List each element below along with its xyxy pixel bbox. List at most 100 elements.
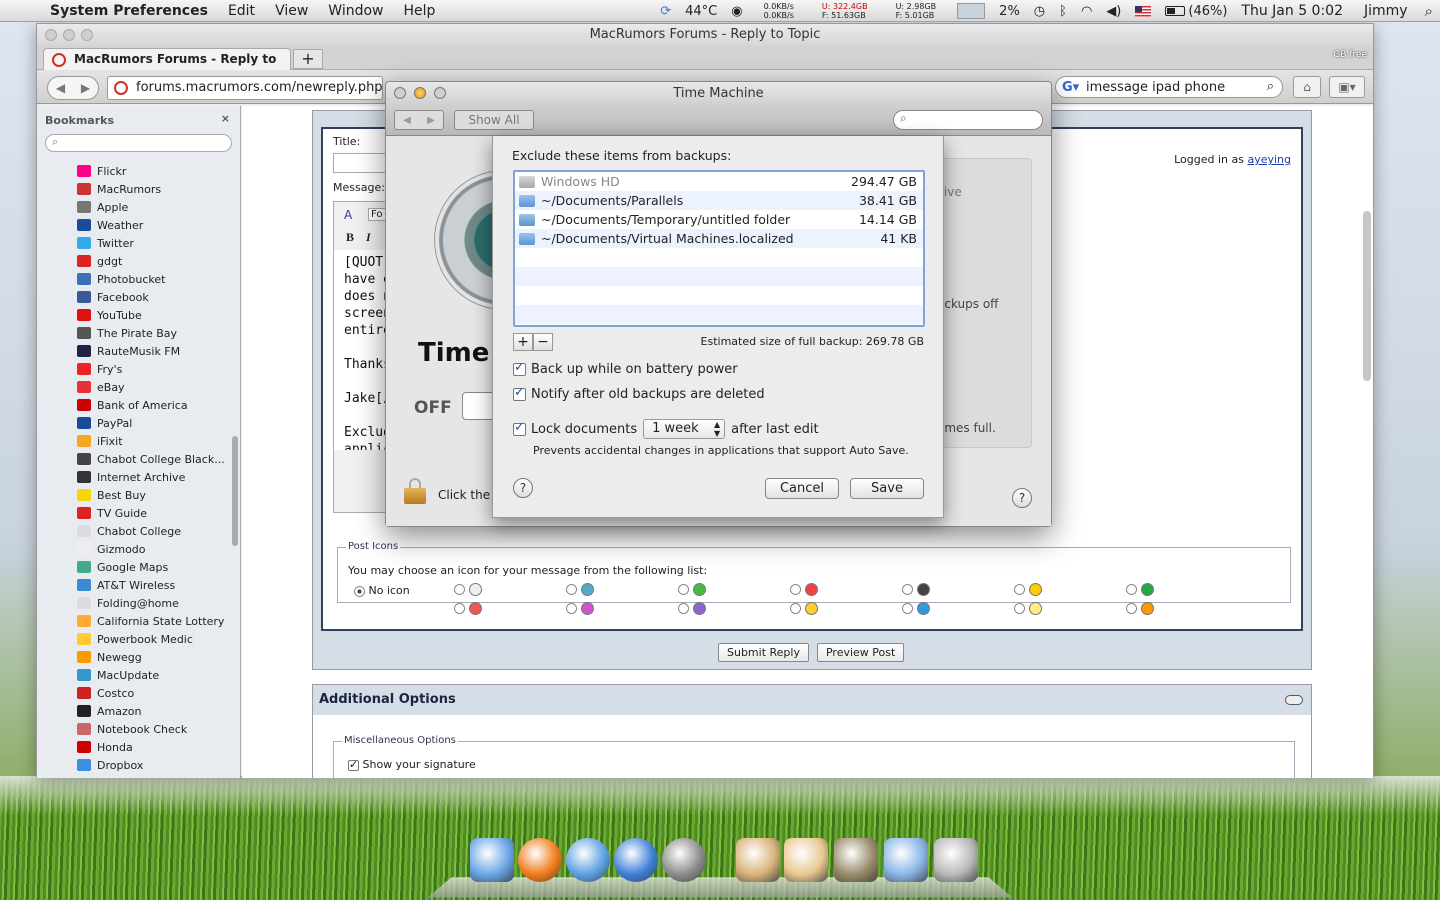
volume-icon[interactable]: ◀) bbox=[1106, 4, 1121, 19]
message-editor[interactable]: A Fo B I [QUOT have e does n screen entire Th… bbox=[333, 201, 393, 513]
bookmark-item[interactable]: Notebook Check bbox=[37, 720, 240, 738]
bookmark-item[interactable]: Twitter bbox=[37, 234, 240, 252]
bookmark-item[interactable]: Best Buy bbox=[37, 486, 240, 504]
font-select[interactable]: Fo bbox=[368, 208, 386, 221]
lock-icon[interactable] bbox=[404, 478, 426, 504]
show-signature-checkbox[interactable] bbox=[348, 758, 359, 771]
us-flag-icon[interactable] bbox=[1135, 5, 1152, 17]
battery-option[interactable]: Back up while on battery power bbox=[513, 360, 738, 377]
bluetooth-icon[interactable]: ᛒ bbox=[1059, 4, 1067, 19]
prefs-search-input[interactable]: ⌕ bbox=[893, 110, 1043, 130]
wifi-icon[interactable]: ◠ bbox=[1081, 4, 1092, 19]
exclude-list-row[interactable]: ~/Documents/Parallels 38.41 GB bbox=[515, 191, 923, 210]
menu-edit[interactable]: Edit bbox=[218, 3, 265, 19]
post-icon-radio[interactable] bbox=[1014, 603, 1025, 614]
tm-minimize-button[interactable] bbox=[414, 87, 426, 99]
exclude-list-row[interactable]: ~/Documents/Virtual Machines.localized 41… bbox=[515, 229, 923, 248]
post-icon-radio[interactable] bbox=[454, 584, 465, 595]
add-exclusion-button[interactable]: + bbox=[513, 333, 533, 351]
bookmark-item[interactable]: Amazon bbox=[37, 702, 240, 720]
bold-button[interactable]: B bbox=[346, 230, 354, 245]
disk-status-2[interactable]: U: 2.98GB F: 5.01GB bbox=[889, 2, 944, 20]
notify-option[interactable]: Notify after old backups are deleted bbox=[513, 385, 765, 402]
post-icon-radio[interactable] bbox=[790, 584, 801, 595]
cancel-button[interactable]: Cancel bbox=[765, 478, 839, 499]
battery-status[interactable]: (46%) bbox=[1188, 4, 1227, 19]
post-icon-radio[interactable] bbox=[790, 603, 801, 614]
finder-icon[interactable] bbox=[470, 838, 514, 882]
bookmark-item[interactable]: MacUpdate bbox=[37, 666, 240, 684]
post-icon-radio[interactable] bbox=[566, 603, 577, 614]
exclude-list-row[interactable]: Windows HD 294.47 GB bbox=[515, 172, 923, 191]
clock[interactable]: Thu Jan 5 0:02 bbox=[1241, 3, 1343, 19]
bookmark-item[interactable]: iFixit bbox=[37, 432, 240, 450]
address-bar[interactable]: forums.macrumors.com/newreply.php?do= bbox=[107, 76, 383, 100]
lock-documents-checkbox[interactable] bbox=[513, 420, 526, 436]
menu-help[interactable]: Help bbox=[394, 3, 446, 19]
bookmark-item[interactable]: Dropbox bbox=[37, 756, 240, 774]
sheet-help-button[interactable]: ? bbox=[513, 478, 533, 498]
minimize-window-button[interactable] bbox=[63, 29, 75, 41]
message-text[interactable]: [QUOT have e does n screen entire Thanks Jake[… bbox=[334, 250, 392, 450]
post-icon-radio[interactable] bbox=[678, 584, 689, 595]
bookmark-item[interactable]: Chabot College bbox=[37, 522, 240, 540]
bookmark-item[interactable]: Honda bbox=[37, 738, 240, 756]
time-machine-menu-icon[interactable]: ◷ bbox=[1034, 4, 1045, 19]
bookmark-item[interactable]: AT&T Wireless bbox=[37, 576, 240, 594]
page-scrollbar[interactable] bbox=[1363, 211, 1371, 381]
no-icon-radio[interactable] bbox=[354, 585, 365, 597]
save-button[interactable]: Save bbox=[850, 478, 924, 499]
exclude-list-row[interactable]: ~/Documents/Temporary/untitled folder 14.… bbox=[515, 210, 923, 229]
bookmark-item[interactable]: Folding@home bbox=[37, 594, 240, 612]
bookmark-item[interactable]: Chabot College Black... bbox=[37, 450, 240, 468]
title-input[interactable] bbox=[333, 153, 393, 173]
disk-status-1[interactable]: U: 322.4GB F: 51.63GB bbox=[815, 2, 875, 20]
bookmark-item[interactable]: The Pirate Bay bbox=[37, 324, 240, 342]
activity-icon[interactable]: ◉ bbox=[731, 4, 742, 19]
bookmark-item[interactable]: TV Guide bbox=[37, 504, 240, 522]
menu-view[interactable]: View bbox=[265, 3, 318, 19]
username-link[interactable]: ayeying bbox=[1247, 153, 1291, 166]
spotlight-icon[interactable]: ⌕ bbox=[1425, 2, 1433, 20]
bookmark-item[interactable]: MacRumors bbox=[37, 180, 240, 198]
menu-app-name[interactable]: System Preferences bbox=[40, 3, 218, 19]
bookmark-item[interactable]: Newegg bbox=[37, 648, 240, 666]
bookmark-item[interactable]: Fry's bbox=[37, 360, 240, 378]
safari-icon[interactable] bbox=[566, 838, 610, 882]
bookmark-item[interactable]: Weather bbox=[37, 216, 240, 234]
bookmark-item[interactable]: YouTube bbox=[37, 306, 240, 324]
tm-help-button[interactable]: ? bbox=[1012, 488, 1032, 508]
sync-icon[interactable]: ⟳ bbox=[660, 4, 671, 19]
bookmark-item[interactable]: Facebook bbox=[37, 288, 240, 306]
cpu-graph-icon[interactable] bbox=[957, 3, 986, 19]
preview-icon[interactable] bbox=[834, 838, 878, 882]
folder-icon[interactable] bbox=[884, 838, 928, 882]
bookmark-item[interactable]: Photobucket bbox=[37, 270, 240, 288]
bookmark-item[interactable]: Costco bbox=[37, 684, 240, 702]
post-icon-radio[interactable] bbox=[566, 584, 577, 595]
new-tab-button[interactable]: + bbox=[293, 49, 323, 69]
bookmark-item[interactable]: Internet Archive bbox=[37, 468, 240, 486]
search-field[interactable]: G▾ imessage ipad phone ⌕ bbox=[1055, 76, 1283, 98]
close-window-button[interactable] bbox=[45, 29, 57, 41]
close-sidebar-icon[interactable]: × bbox=[221, 112, 230, 125]
italic-button[interactable]: I bbox=[366, 230, 371, 245]
bookmarks-search-input[interactable]: ⌕ bbox=[45, 134, 232, 152]
post-icon-radio[interactable] bbox=[678, 603, 689, 614]
show-all-button[interactable]: Show All bbox=[454, 110, 534, 130]
bookmark-item[interactable]: California State Lottery bbox=[37, 612, 240, 630]
network-status[interactable]: 0.0KB/s 0.0KB/s bbox=[757, 2, 801, 20]
bookmark-item[interactable]: gdgt bbox=[37, 252, 240, 270]
forward-arrow-icon[interactable]: ▶ bbox=[81, 81, 90, 95]
post-icon-radio[interactable] bbox=[902, 603, 913, 614]
back-arrow-icon[interactable]: ◀ bbox=[56, 81, 65, 95]
tm-close-button[interactable] bbox=[394, 87, 406, 99]
font-color-icon[interactable]: A bbox=[344, 208, 352, 222]
battery-icon[interactable] bbox=[1165, 6, 1186, 16]
exclude-list[interactable]: Windows HD 294.47 GB ~/Documents/Parallels… bbox=[513, 170, 925, 327]
mail-stamp-icon[interactable] bbox=[736, 838, 780, 882]
bookmark-item[interactable]: Google Maps bbox=[37, 558, 240, 576]
collapse-icon[interactable] bbox=[1285, 695, 1303, 705]
prefs-back-icon[interactable]: ◀ bbox=[403, 115, 411, 126]
firefox-icon[interactable] bbox=[518, 838, 562, 882]
